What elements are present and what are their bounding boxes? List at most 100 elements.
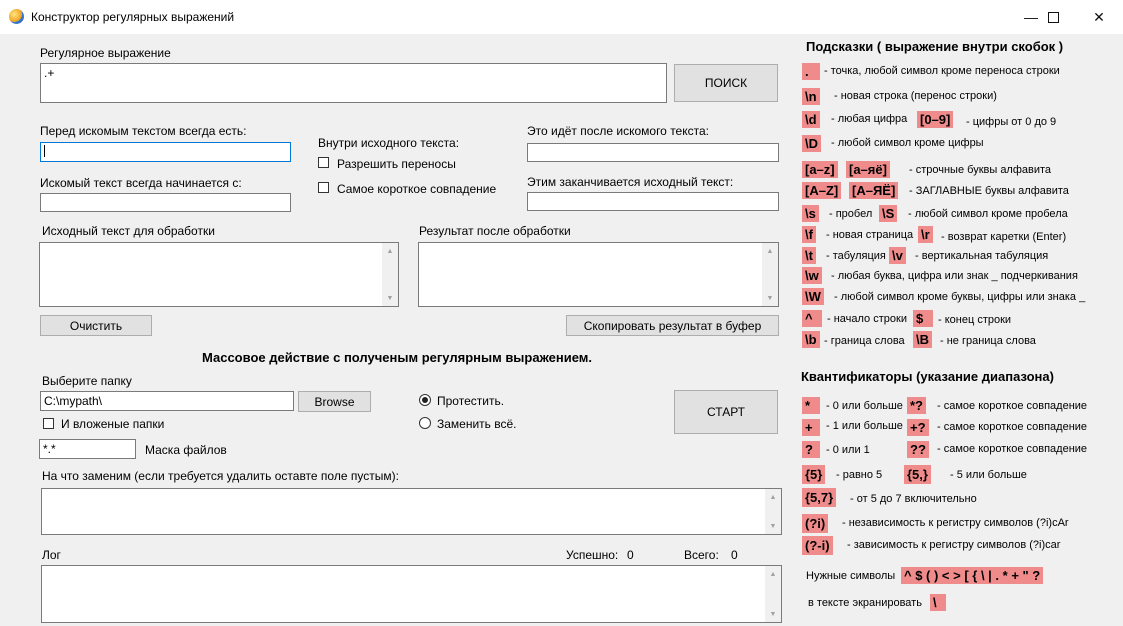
hint-b-token: \b xyxy=(802,331,820,348)
total-label: Всего: xyxy=(684,548,719,562)
success-count: 0 xyxy=(627,548,634,562)
before-input[interactable] xyxy=(40,142,291,162)
search-button[interactable]: ПОИСК xyxy=(674,64,778,102)
hint-S-desc: - любой символ кроме пробела xyxy=(908,208,1068,220)
hint-r-token: \r xyxy=(918,226,933,243)
hint-AYO-token: [А–ЯЁ] xyxy=(849,182,899,199)
browse-button[interactable]: Browse xyxy=(298,391,371,412)
quant-plus-lazy-token: +? xyxy=(907,419,929,436)
hint-b-desc: - граница слова xyxy=(824,335,905,347)
special-chars-token: ^ $ ( ) < > [ { \ | . * + " ? xyxy=(901,567,1044,584)
hint-range09-desc: - цифры от 0 до 9 xyxy=(966,116,1057,128)
hint-upper-desc: - ЗАГЛАВНЫЕ буквы алфавита xyxy=(909,185,1069,197)
source-scrollbar[interactable]: ▲ ▼ xyxy=(382,243,398,306)
replace-with-textarea[interactable]: ▲ ▼ xyxy=(41,488,782,535)
source-label: Исходный текст для обработки xyxy=(42,224,215,238)
hint-v-token: \v xyxy=(889,247,906,264)
escape-label: в тексте экранировать xyxy=(808,597,922,609)
starts-input[interactable] xyxy=(40,193,291,212)
test-radio[interactable] xyxy=(419,394,431,406)
quant-five-desc: - равно 5 xyxy=(836,469,883,481)
regex-input[interactable]: .+ xyxy=(40,63,667,103)
folder-input[interactable]: C:\mypath\ xyxy=(40,391,294,411)
scroll-down-icon: ▼ xyxy=(386,294,394,302)
hint-s-desc: - пробел xyxy=(829,208,873,220)
hint-dot-token: . xyxy=(802,63,820,80)
start-button[interactable]: СТАРТ xyxy=(674,390,778,434)
special-chars-label: Нужные символы xyxy=(806,570,896,582)
shortest-match-checkbox[interactable] xyxy=(318,182,329,193)
clear-button[interactable]: Очистить xyxy=(40,315,152,336)
replace-radio[interactable] xyxy=(419,417,431,429)
folder-label: Выберите папку xyxy=(42,374,132,388)
quant-plus-lazy-desc: - самое короткое совпадение xyxy=(937,421,1088,433)
hint-dot-desc: - точка, любой символ кроме переноса стр… xyxy=(824,65,1060,77)
quant-cs-token: (?-i) xyxy=(802,536,833,555)
quant-star-token: * xyxy=(802,397,820,414)
total-count: 0 xyxy=(731,548,738,562)
result-scrollbar[interactable]: ▲ ▼ xyxy=(762,243,778,306)
quant-cs-desc: - зависимость к регистру символов (?i)ca… xyxy=(847,539,1061,551)
scroll-down-icon: ▼ xyxy=(769,610,777,618)
log-textarea[interactable]: ▲ ▼ xyxy=(41,565,782,623)
quant-ci-desc: - независимость к регистру символов (?i)… xyxy=(842,517,1069,529)
quantifiers-title: Квантификаторы (указание диапазона) xyxy=(801,369,1054,384)
quant-q-token: ? xyxy=(802,441,820,458)
log-scrollbar[interactable]: ▲ ▼ xyxy=(765,566,781,622)
hints-title: Подсказки ( выражение внутри скобок ) xyxy=(806,39,1064,54)
replace-scrollbar[interactable]: ▲ ▼ xyxy=(765,489,781,534)
hint-B-desc: - не граница слова xyxy=(940,335,1036,347)
subfolders-checkbox[interactable] xyxy=(43,418,54,429)
scroll-down-icon: ▼ xyxy=(766,294,774,302)
allow-wrap-checkbox[interactable] xyxy=(318,157,329,168)
quant-five-more-token: {5,} xyxy=(904,465,931,484)
hint-v-desc: - вертикальная табуляция xyxy=(915,250,1049,262)
quant-star-lazy-desc: - самое короткое совпадение xyxy=(937,400,1088,412)
app-icon xyxy=(9,9,24,24)
after-label: Это идёт после искомого текста: xyxy=(527,124,709,138)
hint-D-token: \D xyxy=(802,135,821,152)
scroll-up-icon: ▲ xyxy=(769,570,777,578)
result-textarea[interactable]: ▲ ▼ xyxy=(418,242,779,307)
after-input[interactable] xyxy=(527,143,779,162)
hint-f-token: \f xyxy=(802,226,816,243)
ends-input[interactable] xyxy=(527,192,779,211)
hint-n-token: \n xyxy=(802,88,820,105)
hint-W-token: \W xyxy=(802,288,824,305)
source-textarea[interactable]: ▲ ▼ xyxy=(39,242,399,307)
result-label: Результат после обработки xyxy=(419,224,571,238)
hint-dollar-desc: - конец строки xyxy=(938,314,1012,326)
scroll-up-icon: ▲ xyxy=(386,247,394,255)
maximize-button[interactable] xyxy=(1030,0,1076,34)
hint-B-token: \B xyxy=(913,331,932,348)
hint-r-desc: - возврат каретки (Enter) xyxy=(941,231,1067,243)
close-icon: ✕ xyxy=(1093,8,1105,25)
replace-radio-label: Заменить всё. xyxy=(437,417,517,431)
hint-f-desc: - новая страница xyxy=(826,229,914,241)
inside-label: Внутри исходного текста: xyxy=(318,136,460,150)
escape-token: \ xyxy=(930,594,946,611)
quant-q-lazy-token: ?? xyxy=(907,441,929,458)
scroll-up-icon: ▲ xyxy=(766,247,774,255)
close-button[interactable]: ✕ xyxy=(1076,0,1122,34)
hint-t-desc: - табуляция xyxy=(826,250,886,262)
subfolders-label: И вложеные папки xyxy=(61,417,165,431)
hint-d-desc: - любая цифра xyxy=(831,113,908,125)
quant-plus-desc: - 1 или больше xyxy=(826,420,903,432)
hint-range09-token: [0–9] xyxy=(917,111,954,128)
regex-label: Регулярное выражение xyxy=(40,46,171,60)
hint-caret-desc: - начало строки xyxy=(827,313,907,325)
scroll-down-icon: ▼ xyxy=(769,522,777,530)
hint-caret-token: ^ xyxy=(802,310,822,327)
quant-ci-token: (?i) xyxy=(802,514,829,533)
hint-az-token: [a–z] xyxy=(802,161,838,178)
copy-result-button[interactable]: Скопировать результат в буфер xyxy=(566,315,779,336)
hint-dollar-token: $ xyxy=(913,310,933,327)
before-label: Перед искомым текстом всегда есть: xyxy=(40,124,247,138)
success-label: Успешно: xyxy=(566,548,619,562)
hint-t-token: \t xyxy=(802,247,816,264)
quant-q-desc: - 0 или 1 xyxy=(826,444,870,456)
maximize-icon xyxy=(1047,11,1059,23)
hint-n-desc: - новая строка (перенос строки) xyxy=(834,90,997,102)
file-mask-input[interactable]: *.* xyxy=(39,439,136,459)
